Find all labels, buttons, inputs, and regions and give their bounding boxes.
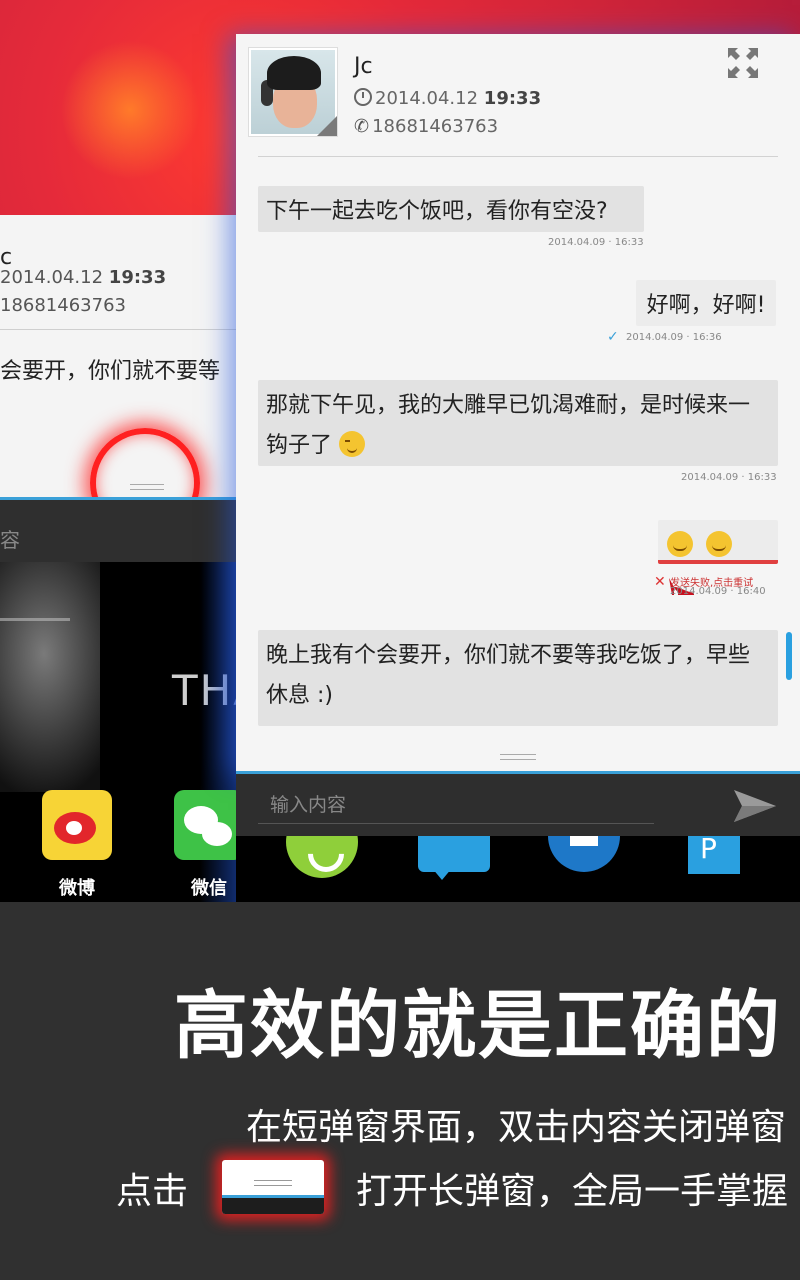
handle-grip-icon (130, 484, 164, 490)
relieved-emoji-icon (667, 531, 693, 557)
hat-detail (267, 56, 321, 90)
message-bubble-outgoing[interactable]: 好啊，好啊! (636, 280, 776, 326)
wallpaper-detail (0, 618, 70, 621)
wallpaper-portrait (0, 562, 100, 792)
send-icon[interactable] (732, 788, 778, 824)
message-time: 2014.04.12 19:33 (354, 88, 541, 109)
short-popup-message[interactable]: 会要开，你们就不要等 (0, 353, 220, 385)
handle-grip-icon (254, 1180, 292, 1186)
app-wechat[interactable]: 微信 (174, 790, 236, 900)
message-input-bar: 输入内容 (236, 774, 800, 836)
divider (0, 329, 236, 330)
message-bubble-incoming[interactable]: 那就下午见，我的大雕早已饥渴难耐，是时候来一钩子了 (258, 380, 778, 466)
smiling-emoji-icon (706, 531, 732, 557)
message-input[interactable]: 输入内容 (258, 788, 654, 824)
avatar-corner-icon (317, 116, 337, 136)
expand-icon[interactable] (726, 46, 760, 80)
messages-app-icon[interactable] (418, 836, 490, 880)
weibo-icon (42, 790, 112, 860)
message-timestamp: ✓ 2014.04.09 · 16:36 (607, 329, 722, 345)
parking-app-icon[interactable] (688, 836, 740, 874)
app-weibo[interactable]: 微博 (42, 790, 112, 900)
app-label: 微博 (59, 878, 95, 899)
promo-description-line1: 在短弹窗界面，双击内容关闭弹窗 (245, 1107, 786, 1148)
sent-check-icon: ✓ (607, 329, 619, 345)
promo-headline: 高效的就是正确的 (174, 983, 782, 1069)
message-timestamp: 2014.04.09 · 16:40 (670, 586, 766, 597)
message-bubble-outgoing-emoji[interactable] (658, 520, 778, 595)
promo-description-line2-prefix: 点击 (116, 1171, 189, 1212)
popup-collapse-handle[interactable] (500, 754, 536, 760)
message-bubble-incoming[interactable]: 晚上我有个会要开，你们就不要等我吃饭了，早些休息 :) (258, 630, 778, 726)
wechat-icon (174, 790, 236, 860)
phone-icon: ✆ (354, 116, 370, 137)
message-timestamp: 2014.04.09 · 16:33 (681, 472, 777, 483)
app-label: 微信 (191, 878, 227, 899)
header-divider (258, 156, 778, 157)
contact-phone: ✆ 18681463763 (354, 116, 499, 137)
handle-illustration-icon (222, 1160, 324, 1214)
avatar[interactable] (248, 47, 338, 137)
home-screen: THA 微博 微信 (0, 562, 236, 902)
long-popup[interactable]: Jc 2014.04.12 19:33 ✆ 18681463763 下午一起去吃个… (236, 34, 800, 774)
contact-name: Jc (354, 54, 373, 79)
short-popup-input-bar[interactable]: 容 (0, 497, 236, 565)
message-bubble-incoming[interactable]: 下午一起去吃个饭吧，看你有空没? (258, 186, 644, 232)
scrollbar[interactable] (786, 632, 792, 680)
short-popup-input-placeholder: 容 (0, 528, 20, 552)
illustration-bar (222, 1195, 324, 1214)
send-failed-icon[interactable]: ✕ (654, 574, 666, 590)
clock-icon (354, 88, 372, 106)
home-dock (236, 836, 800, 902)
short-popup-phone: 18681463763 (0, 295, 126, 316)
app-drawer-icon[interactable] (548, 836, 620, 872)
wink-emoji-icon (339, 431, 366, 457)
message-timestamp: 2014.04.09 · 16:33 (548, 237, 644, 248)
phone-app-icon[interactable] (286, 836, 358, 878)
promo-description-line2-suffix: 打开长弹窗，全局一手掌握 (356, 1171, 789, 1212)
short-popup-time: 2014.04.12 19:33 (0, 267, 167, 288)
